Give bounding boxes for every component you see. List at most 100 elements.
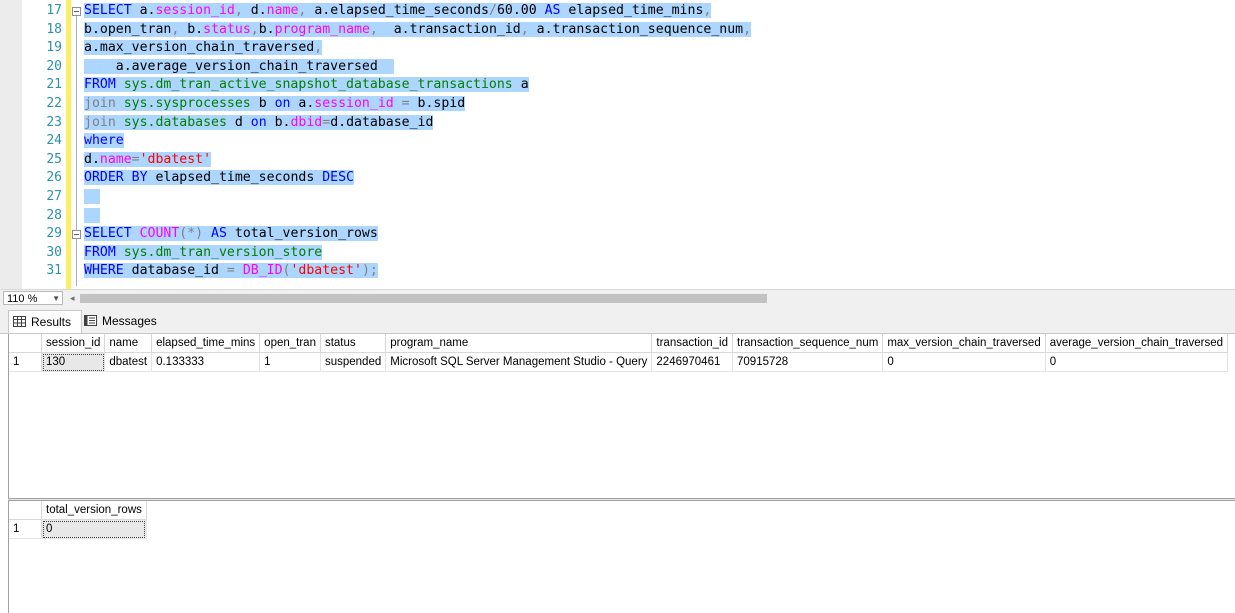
- code-token: /: [488, 3, 497, 18]
- result-grid-2[interactable]: total_version_rows 1 0: [8, 501, 1235, 613]
- code-token: ,: [703, 3, 712, 18]
- line-number: 26: [46, 170, 62, 186]
- code-token: DESC: [322, 170, 354, 186]
- line-number: 24: [46, 133, 62, 149]
- column-header[interactable]: transaction_sequence_num: [732, 334, 884, 353]
- column-header[interactable]: max_version_chain_traversed: [882, 334, 1046, 353]
- code-token: session_id: [314, 96, 394, 111]
- code-token: dbid: [290, 114, 323, 130]
- code-token: ,: [171, 21, 188, 37]
- code-token: session_id: [155, 3, 235, 18]
- code-token: 60.00: [496, 3, 545, 18]
- grid-cell[interactable]: 130: [41, 352, 106, 372]
- column-header[interactable]: open_tran: [259, 334, 321, 353]
- editor-status-strip: 110 % ▼ ◂: [0, 289, 1235, 307]
- code-token: join: [84, 114, 124, 130]
- code-token: ,: [298, 3, 315, 18]
- code-line[interactable]: ORDER BY elapsed_time_seconds DESC: [84, 169, 354, 188]
- code-token: sys.databases: [123, 114, 235, 130]
- column-header[interactable]: session_id: [41, 334, 106, 353]
- code-token: total_version_rows: [234, 226, 378, 242]
- code-line[interactable]: WHERE database_id = DB_ID('dbatest');: [84, 262, 378, 281]
- code-line[interactable]: FROM sys.dm_tran_version_store: [84, 244, 323, 263]
- code-token: join: [84, 96, 124, 111]
- code-line[interactable]: FROM sys.dm_tran_active_snapshot_databas…: [84, 76, 529, 95]
- column-header[interactable]: transaction_id: [651, 334, 734, 353]
- code-token: COUNT: [139, 226, 180, 242]
- selected-text: join sys.databases d on b.dbid=d.databas…: [84, 114, 434, 130]
- column-header[interactable]: status: [320, 334, 387, 353]
- code-token: b.: [187, 21, 204, 37]
- code-line[interactable]: d.name='dbatest': [84, 151, 212, 170]
- line-number: 29: [46, 226, 62, 242]
- grid-corner[interactable]: [9, 334, 42, 353]
- code-token: WHERE: [84, 263, 132, 279]
- column-header[interactable]: average_version_chain_traversed: [1045, 334, 1228, 353]
- grid-cell[interactable]: 1: [259, 352, 321, 372]
- code-token: name: [266, 3, 299, 18]
- code-line[interactable]: a.average_version_chain_traversed: [84, 58, 394, 77]
- grid-cell[interactable]: suspended: [320, 352, 387, 372]
- selected-text: d.name='dbatest': [84, 151, 212, 167]
- code-token: ORDER BY: [84, 170, 156, 186]
- line-number: 28: [46, 207, 62, 223]
- line-number: 30: [46, 244, 62, 260]
- line-number: 17: [46, 3, 62, 18]
- selected-text: WHERE database_id = DB_ID('dbatest');: [84, 263, 378, 279]
- code-line[interactable]: [84, 188, 100, 207]
- column-header[interactable]: name: [104, 334, 153, 353]
- table-row[interactable]: 1 130 dbatest 0.133333 1 suspended Microsoft S…: [9, 352, 1228, 372]
- line-number: 31: [46, 263, 62, 279]
- line-number: 25: [46, 151, 62, 167]
- code-line[interactable]: SELECT a.session_id, d.name, a.elapsed_t…: [84, 2, 712, 21]
- code-token: );: [361, 263, 378, 279]
- code-line[interactable]: [84, 207, 100, 226]
- grid-cell[interactable]: 0: [882, 352, 1046, 372]
- grid-cell[interactable]: 0.133333: [151, 352, 261, 372]
- grid-cell[interactable]: dbatest: [104, 352, 153, 372]
- column-header[interactable]: program_name: [385, 334, 653, 353]
- grid-cell[interactable]: 0: [41, 519, 147, 539]
- selected-text: FROM sys.dm_tran_active_snapshot_databas…: [84, 77, 529, 93]
- zoom-dropdown[interactable]: 110 % ▼: [3, 291, 63, 305]
- selection-margin[interactable]: [0, 0, 22, 289]
- sql-editor[interactable]: 17 18 19 20 21 22 23 24 25 26 27 28 29 30 31 SELECT a.…: [0, 0, 1235, 289]
- collapse-icon[interactable]: [72, 230, 81, 240]
- code-token: b: [258, 96, 275, 111]
- tab-results[interactable]: Results: [8, 310, 82, 333]
- collapse-icon[interactable]: [72, 7, 81, 16]
- tab-messages[interactable]: Messages: [80, 310, 158, 332]
- grid-corner[interactable]: [9, 501, 42, 520]
- table-row[interactable]: 10: [9, 519, 147, 539]
- line-number: 27: [46, 189, 62, 204]
- column-header[interactable]: elapsed_time_mins: [151, 334, 261, 353]
- result-grid-1[interactable]: session_id name elapsed_time_mins open_tran…: [8, 334, 1235, 498]
- horizontal-scrollbar-thumb[interactable]: [80, 294, 767, 303]
- code-token: sys.dm_tran_active_snapshot_database_tra…: [123, 77, 521, 93]
- grid-cell[interactable]: 0: [1045, 352, 1228, 372]
- row-number[interactable]: 1: [9, 352, 42, 372]
- code-line[interactable]: join sys.sysprocesses b on a.session_id …: [84, 95, 466, 114]
- tab-results-label: Results: [31, 315, 72, 329]
- code-token: b.: [274, 114, 291, 130]
- row-number[interactable]: 1: [9, 519, 42, 539]
- grid-cell[interactable]: Microsoft SQL Server Management Studio -…: [385, 352, 653, 372]
- code-token: a.transaction_sequence_num: [536, 21, 744, 37]
- code-line[interactable]: b.open_tran, b.status,b.program_name, a.…: [84, 21, 752, 40]
- code-line[interactable]: a.max_version_chain_traversed,: [84, 39, 323, 58]
- code-line[interactable]: join sys.databases d on b.dbid=d.databas…: [84, 114, 434, 133]
- code-token: sys.sysprocesses: [123, 96, 259, 111]
- code-token: ,: [369, 21, 394, 37]
- grid-cell[interactable]: 70915728: [732, 352, 884, 372]
- grid-cell[interactable]: 2246970461: [651, 352, 734, 372]
- code-token: on: [274, 96, 299, 111]
- grid-header-row: session_id name elapsed_time_mins open_tran…: [9, 334, 1228, 353]
- code-line[interactable]: SELECT COUNT(*) AS total_version_rows: [84, 225, 378, 244]
- selected-text: [84, 189, 100, 204]
- chevron-down-icon[interactable]: ▼: [52, 292, 60, 306]
- code-line[interactable]: where: [84, 132, 124, 151]
- column-header[interactable]: total_version_rows: [41, 501, 147, 520]
- selected-text: join sys.sysprocesses b on a.session_id …: [84, 96, 466, 111]
- grid-header-row: total_version_rows: [9, 501, 147, 520]
- scroll-left-icon[interactable]: ◂: [70, 293, 75, 304]
